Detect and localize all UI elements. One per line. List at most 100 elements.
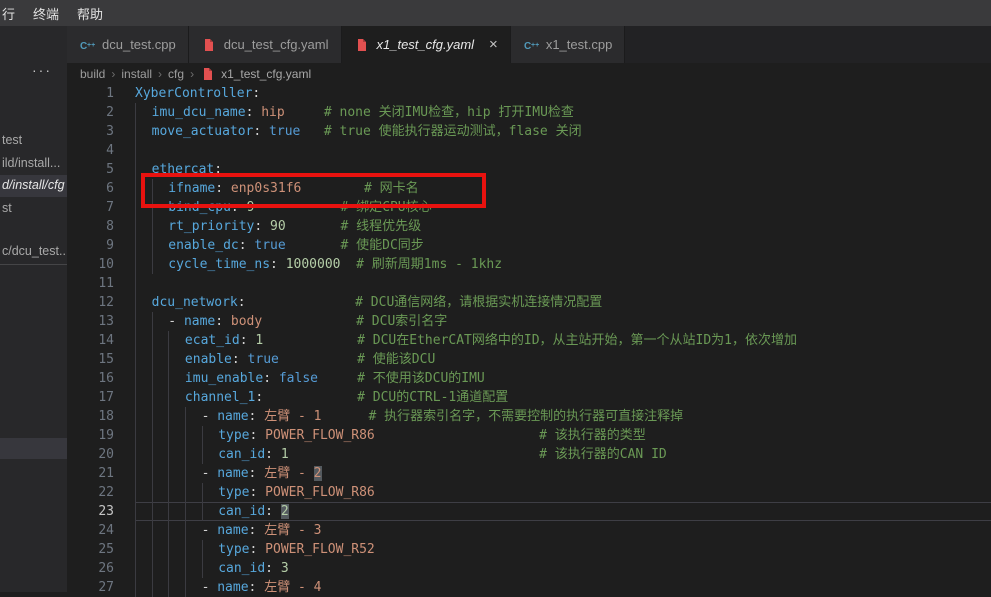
menu-bar: 行终端帮助 xyxy=(0,0,991,26)
code-text: bind_cpu: 9 # 绑定CPU核心 xyxy=(135,198,991,217)
indent-guide-icon xyxy=(152,578,169,597)
code-line[interactable]: 16imu_enable: false # 不使用该DCU的IMU xyxy=(67,369,991,388)
indent-guide-icon xyxy=(168,388,185,407)
code-line[interactable]: 22type: POWER_FLOW_R86 xyxy=(67,483,991,502)
indent-guide-icon xyxy=(135,293,152,312)
yaml-file-icon xyxy=(354,37,370,53)
code-text: - name: 左臂 - 3 xyxy=(135,521,991,540)
sidebar-item[interactable]: ild/install... xyxy=(0,156,67,170)
code-line[interactable]: 4 xyxy=(67,141,991,160)
code-token: # 该执行器的类型 xyxy=(539,428,646,443)
code-line[interactable]: 17channel_1: # DCU的CTRL-1通道配置 xyxy=(67,388,991,407)
code-line[interactable]: 23can_id: 2 xyxy=(67,502,991,521)
code-line[interactable]: 13- name: body # DCU索引名字 xyxy=(67,312,991,331)
indent-guide-icon xyxy=(168,483,185,502)
code-line[interactable]: 24- name: 左臂 - 3 xyxy=(67,521,991,540)
code-line[interactable]: 19type: POWER_FLOW_R86 # 该执行器的类型 xyxy=(67,426,991,445)
code-line[interactable]: 9enable_dc: true # 使能DC同步 xyxy=(67,236,991,255)
code-line[interactable]: 3move_actuator: true # true 使能执行器运动测试，fl… xyxy=(67,122,991,141)
breadcrumb-item[interactable]: build xyxy=(80,67,105,81)
code-token: : xyxy=(250,428,266,443)
tab-label: dcu_test_cfg.yaml xyxy=(224,37,329,52)
code-line[interactable]: 25type: POWER_FLOW_R52 xyxy=(67,540,991,559)
indent-guide-icon xyxy=(135,122,152,141)
code-token: - xyxy=(202,523,218,538)
breadcrumb-item[interactable]: cfg xyxy=(168,67,184,81)
code-line[interactable]: 10cycle_time_ns: 1000000 # 刷新周期1ms - 1kh… xyxy=(67,255,991,274)
indent-guide-icon xyxy=(202,445,219,464)
code-text: can_id: 3 xyxy=(135,559,991,578)
indent-guide-icon xyxy=(152,464,169,483)
indent-guide-icon xyxy=(202,502,219,521)
code-token: : xyxy=(253,124,269,139)
line-number: 3 xyxy=(67,122,135,141)
code-line[interactable]: 26can_id: 3 xyxy=(67,559,991,578)
line-number: 12 xyxy=(67,293,135,312)
code-line[interactable]: 27- name: 左臂 - 4 xyxy=(67,578,991,597)
cpp-file-icon: C++ xyxy=(523,37,539,53)
code-line[interactable]: 18- name: 左臂 - 1 # 执行器索引名字，不需要控制的执行器可直接注… xyxy=(67,407,991,426)
menu-item[interactable]: 行 xyxy=(0,4,24,23)
code-token: : xyxy=(240,333,256,348)
code-token: # none 关闭IMU检查，hip 打开IMU检查 xyxy=(324,105,574,120)
code-token: name xyxy=(217,523,248,538)
code-line[interactable]: 21- name: 左臂 - 2 xyxy=(67,464,991,483)
code-token: rt_priority xyxy=(168,219,254,234)
tab-label: dcu_test.cpp xyxy=(102,37,176,52)
code-token: type xyxy=(218,428,249,443)
breadcrumb-file[interactable]: x1_test_cfg.yaml xyxy=(200,66,311,82)
menu-item[interactable]: 终端 xyxy=(24,4,68,23)
tab-x1_test.cpp[interactable]: C++x1_test.cpp xyxy=(511,26,626,63)
indent-guide-icon xyxy=(135,578,152,597)
more-actions-icon[interactable]: ··· xyxy=(32,62,52,78)
code-line[interactable]: 5ethercat: xyxy=(67,160,991,179)
code-line[interactable]: 20can_id: 1 # 该执行器的CAN ID xyxy=(67,445,991,464)
code-line[interactable]: 2imu_dcu_name: hip # none 关闭IMU检查，hip 打开… xyxy=(67,103,991,122)
indent-guide-icon xyxy=(152,388,169,407)
indent-guide-icon xyxy=(168,445,185,464)
sidebar-item[interactable]: c/dcu_test... xyxy=(0,244,67,258)
indent-guide-icon xyxy=(152,445,169,464)
indent-guide-icon xyxy=(185,578,202,597)
code-token: - xyxy=(202,466,218,481)
code-line[interactable]: 8rt_priority: 90 # 线程优先级 xyxy=(67,217,991,236)
code-token: enable xyxy=(185,352,232,367)
code-token: hip xyxy=(261,105,284,120)
code-text: ecat_id: 1 # DCU在EtherCAT网络中的ID，从主站开始，第一… xyxy=(135,331,991,350)
code-token xyxy=(263,333,357,348)
indent-guide-icon xyxy=(185,540,202,559)
code-line[interactable]: 15enable: true # 使能该DCU xyxy=(67,350,991,369)
code-token: : xyxy=(215,314,231,329)
yaml-file-icon xyxy=(200,66,216,82)
tab-x1_test_cfg.yaml[interactable]: x1_test_cfg.yaml× xyxy=(342,26,511,63)
code-text: - name: 左臂 - 4 xyxy=(135,578,991,597)
line-number: 13 xyxy=(67,312,135,331)
indent-guide-icon xyxy=(202,483,219,502)
code-editor[interactable]: 1XyberController:2imu_dcu_name: hip # no… xyxy=(67,84,991,592)
code-line[interactable]: 1XyberController: xyxy=(67,84,991,103)
code-line[interactable]: 7bind_cpu: 9 # 绑定CPU核心 xyxy=(67,198,991,217)
menu-item[interactable]: 帮助 xyxy=(68,4,112,23)
code-token: : xyxy=(265,447,281,462)
close-icon[interactable]: × xyxy=(489,37,498,52)
sidebar-item[interactable]: d/install/cfg xyxy=(0,178,67,192)
line-number: 19 xyxy=(67,426,135,445)
sidebar-item[interactable]: st xyxy=(0,201,67,215)
indent-guide-icon xyxy=(152,369,169,388)
indent-guide-icon xyxy=(168,350,185,369)
code-line[interactable]: 14ecat_id: 1 # DCU在EtherCAT网络中的ID，从主站开始，… xyxy=(67,331,991,350)
code-line[interactable]: 11 xyxy=(67,274,991,293)
code-token: can_id xyxy=(218,504,265,519)
code-line[interactable]: 6ifname: enp0s31f6 # 网卡名 xyxy=(67,179,991,198)
indent-guide-icon xyxy=(135,350,152,369)
code-token: 左臂 - 3 xyxy=(264,523,321,538)
code-token: : xyxy=(250,542,266,557)
tab-dcu_test.cpp[interactable]: C++dcu_test.cpp xyxy=(67,26,189,63)
tab-dcu_test_cfg.yaml[interactable]: dcu_test_cfg.yaml xyxy=(189,26,342,63)
code-line[interactable]: 12dcu_network: # DCU通信网络，请根据实机连接情况配置 xyxy=(67,293,991,312)
code-token: 左臂 - 1 xyxy=(264,409,321,424)
sidebar-item[interactable]: test xyxy=(0,133,67,147)
breadcrumb-item[interactable]: install xyxy=(121,67,152,81)
code-token: type xyxy=(218,542,249,557)
sidebar-divider xyxy=(0,264,67,265)
